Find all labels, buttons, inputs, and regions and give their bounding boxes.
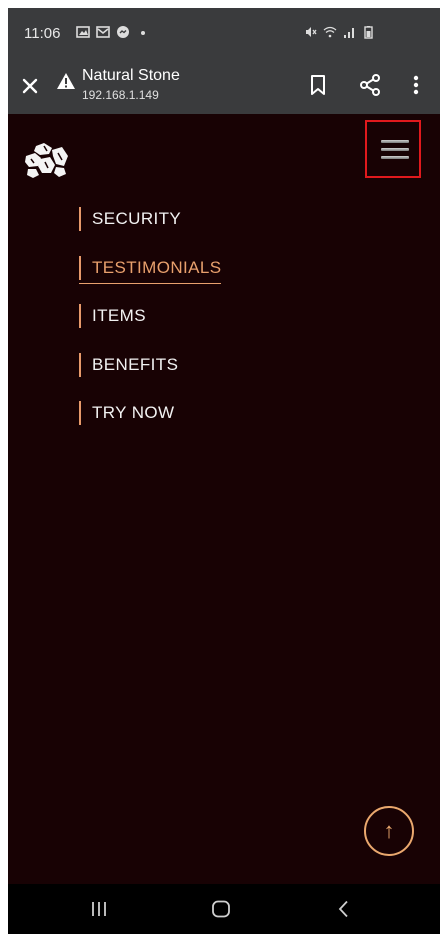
share-icon[interactable] [357, 72, 383, 98]
warning-icon[interactable] [56, 72, 76, 90]
nav-item-testimonials[interactable]: TESTIMONIALS [79, 255, 222, 284]
hamburger-menu-button[interactable] [365, 120, 421, 178]
nav-item-label: TESTIMONIALS [92, 258, 222, 277]
nav-item-label: ITEMS [92, 306, 146, 325]
messenger-icon [117, 26, 129, 38]
nav-item-label: BENEFITS [92, 355, 179, 374]
status-bar: 11:06 [8, 8, 440, 58]
browser-toolbar: Natural Stone 192.168.1.149 [8, 58, 440, 114]
nav-item-label: SECURITY [92, 209, 182, 228]
system-navigation-bar [8, 884, 440, 934]
recents-icon[interactable] [88, 898, 110, 920]
more-vert-icon[interactable] [406, 72, 426, 98]
system-status-icons [304, 25, 375, 39]
nav-item-try-now[interactable]: TRY NOW [79, 400, 174, 426]
nav-item-items[interactable]: ITEMS [79, 303, 146, 329]
battery-icon [364, 26, 373, 39]
nav-item-label: TRY NOW [92, 403, 175, 422]
mute-icon [306, 27, 317, 37]
phone-screen: 11:06 Natural Stone 192.168.1.149 SECURI… [8, 8, 440, 934]
back-icon[interactable] [333, 898, 355, 920]
site-title[interactable]: Natural Stone [82, 67, 180, 85]
image-icon [76, 26, 90, 38]
hamburger-icon [381, 140, 409, 143]
bookmark-icon[interactable] [306, 73, 330, 97]
arrow-up-icon: ↑ [383, 818, 395, 843]
notification-icons [76, 25, 150, 39]
site-url[interactable]: 192.168.1.149 [82, 88, 159, 102]
scroll-to-top-button[interactable]: ↑ [364, 806, 414, 856]
dot-icon [141, 31, 145, 35]
status-time: 11:06 [24, 25, 61, 42]
signal-icon [344, 28, 354, 38]
close-icon[interactable] [16, 72, 44, 100]
nav-item-security[interactable]: SECURITY [79, 206, 181, 232]
nav-item-benefits[interactable]: BENEFITS [79, 352, 178, 378]
active-underline [79, 283, 221, 284]
stones-logo-icon[interactable] [22, 140, 70, 180]
wifi-icon [323, 26, 337, 38]
home-icon[interactable] [210, 898, 232, 920]
mail-icon [96, 26, 110, 38]
